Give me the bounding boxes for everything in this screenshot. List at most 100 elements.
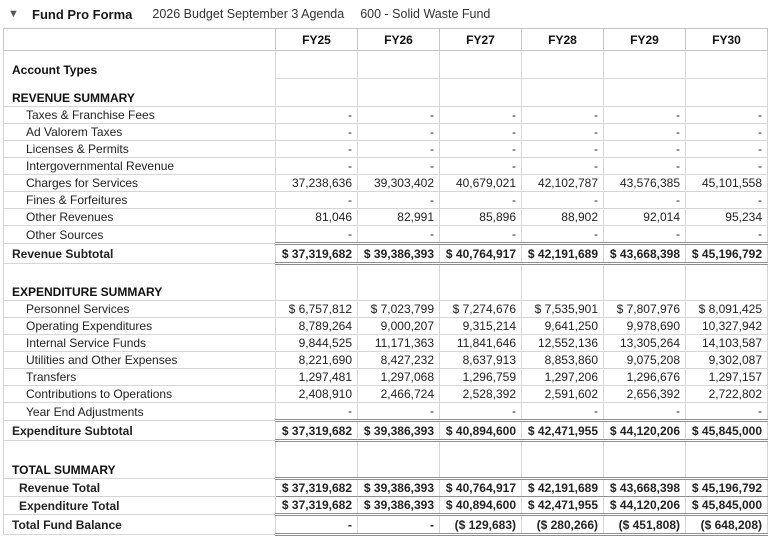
cell-value: $ 43,668,398 [604,479,686,497]
cell-value: 9,315,214 [440,318,522,335]
cell-value: 8,221,690 [276,352,358,369]
table-row [4,441,768,462]
row-label [4,441,276,462]
cell-value [522,79,604,91]
cell-value: - [604,107,686,124]
cell-value: 11,841,646 [440,335,522,352]
table-row: Contributions to Operations2,408,9102,46… [4,386,768,403]
row-label: Operating Expenditures [4,318,276,335]
cell-value: - [358,515,440,535]
cell-value [276,264,358,285]
cell-value: - [686,192,768,209]
cell-value: $ 39,386,393 [358,244,440,264]
cell-value: 85,896 [440,209,522,226]
cell-value: $ 45,196,792 [686,244,768,264]
cell-value: - [358,124,440,141]
fund-pro-forma-table: FY25FY26FY27FY28FY29FY30 Account TypesRE… [3,28,768,536]
cell-value [358,441,440,462]
cell-value: - [358,192,440,209]
cell-value: - [604,226,686,244]
cell-value: 40,679,021 [440,175,522,192]
cell-value [276,284,358,301]
table-row: Intergovernmental Revenue------ [4,158,768,175]
cell-value: - [440,141,522,158]
cell-value: $ 8,091,425 [686,301,768,318]
row-label: EXPENDITURE SUMMARY [4,284,276,301]
cell-value [604,90,686,107]
cell-value: - [522,158,604,175]
cell-value: 8,427,232 [358,352,440,369]
cell-value: 81,046 [276,209,358,226]
cell-value [358,461,440,479]
cell-value: 37,238,636 [276,175,358,192]
cell-value: ($ 648,208) [686,515,768,535]
row-label: REVENUE SUMMARY [4,90,276,107]
cell-value: - [604,403,686,421]
cell-value [686,79,768,91]
cell-value: $ 39,386,393 [358,479,440,497]
cell-value: - [686,141,768,158]
cell-value: - [358,158,440,175]
cell-value: 10,327,942 [686,318,768,335]
cell-value: 1,296,759 [440,369,522,386]
cell-value: - [276,141,358,158]
cell-value [686,51,768,63]
row-label: Intergovernmental Revenue [4,158,276,175]
cell-value [604,51,686,63]
budget-context-label: 2026 Budget September 3 Agenda [152,7,344,21]
cell-value: 8,853,860 [522,352,604,369]
cell-value: - [440,107,522,124]
table-row: Ad Valorem Taxes------ [4,124,768,141]
cell-value: 8,637,913 [440,352,522,369]
row-label: Fines & Forfeitures [4,192,276,209]
title-bar: ▼ Fund Pro Forma 2026 Budget September 3… [0,0,771,28]
cell-value [686,264,768,285]
cell-value: - [276,403,358,421]
cell-value: $ 37,319,682 [276,421,358,441]
table-row: Expenditure Total$ 37,319,682$ 39,386,39… [4,497,768,515]
cell-value: 2,408,910 [276,386,358,403]
cell-value: 11,171,363 [358,335,440,352]
table-row [4,51,768,63]
column-header-fy30: FY30 [686,29,768,51]
cell-value: 1,297,481 [276,369,358,386]
table-row: Internal Service Funds9,844,52511,171,36… [4,335,768,352]
row-label: Charges for Services [4,175,276,192]
table-row: Taxes & Franchise Fees------ [4,107,768,124]
cell-value [604,62,686,79]
row-label: Other Revenues [4,209,276,226]
cell-value: 9,641,250 [522,318,604,335]
collapse-triangle-icon[interactable]: ▼ [8,9,24,20]
cell-value: 39,303,402 [358,175,440,192]
cell-value [440,461,522,479]
row-label: Contributions to Operations [4,386,276,403]
cell-value: - [276,192,358,209]
row-label: Revenue Total [4,479,276,497]
cell-value: - [358,107,440,124]
row-label: Revenue Subtotal [4,244,276,264]
cell-value [686,90,768,107]
table-row: Licenses & Permits------ [4,141,768,158]
cell-value: 1,297,157 [686,369,768,386]
cell-value: 43,576,385 [604,175,686,192]
cell-value: $ 43,668,398 [604,244,686,264]
cell-value: 9,075,208 [604,352,686,369]
cell-value: 2,591,602 [522,386,604,403]
row-label [4,79,276,91]
row-label: Account Types [4,62,276,79]
corner-header-cell [4,29,276,51]
cell-value: - [440,226,522,244]
cell-value: - [522,403,604,421]
cell-value: $ 39,386,393 [358,421,440,441]
cell-value: - [440,403,522,421]
cell-value: - [604,141,686,158]
cell-value: - [276,107,358,124]
cell-value: 45,101,558 [686,175,768,192]
cell-value: - [604,192,686,209]
cell-value: 88,902 [522,209,604,226]
cell-value: $ 7,274,676 [440,301,522,318]
cell-value: - [522,141,604,158]
table-row: Utilities and Other Expenses8,221,6908,4… [4,352,768,369]
cell-value: ($ 451,808) [604,515,686,535]
cell-value: $ 6,757,812 [276,301,358,318]
